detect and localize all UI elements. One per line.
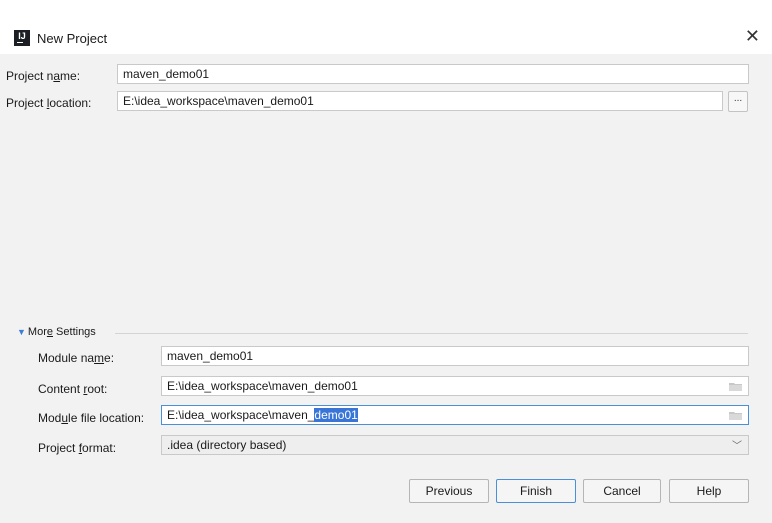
content-root-label: Content root:	[38, 382, 108, 396]
project-format-select[interactable]: .idea (directory based) ﹀	[161, 435, 749, 455]
help-button[interactable]: Help	[669, 479, 749, 503]
module-name-input[interactable]: maven_demo01	[161, 346, 749, 366]
dialog-content: Project name: maven_demo01 Project locat…	[0, 54, 772, 523]
project-location-label: Project location:	[6, 96, 92, 110]
dialog-title: New Project	[37, 31, 108, 46]
project-name-label: Project name:	[6, 69, 81, 83]
intellij-idea-icon: IJ	[14, 30, 30, 46]
title-bar: IJ New Project ✕	[0, 0, 772, 48]
module-file-location-input[interactable]: E:\idea_workspace\maven_demo01	[161, 405, 749, 425]
finish-button[interactable]: Finish	[496, 479, 576, 503]
browse-button[interactable]: ...	[728, 91, 748, 112]
project-format-value: .idea (directory based)	[167, 438, 287, 452]
project-name-input[interactable]: maven_demo01	[117, 64, 749, 84]
previous-button[interactable]: Previous	[409, 479, 489, 503]
content-root-input[interactable]: E:\idea_workspace\maven_demo01	[161, 376, 749, 396]
selected-text: demo01	[314, 408, 358, 422]
more-settings-toggle[interactable]: ▼ More Settings	[17, 326, 96, 338]
module-file-location-label: Module file location:	[38, 411, 145, 425]
cancel-button[interactable]: Cancel	[583, 479, 661, 503]
section-divider	[115, 333, 748, 334]
module-file-location-value: E:\idea_workspace\maven_	[167, 408, 315, 422]
project-location-input[interactable]: E:\idea_workspace\maven_demo01	[117, 91, 723, 111]
triangle-down-icon: ▼	[17, 327, 26, 337]
chevron-down-icon: ﹀	[732, 441, 742, 452]
folder-icon[interactable]	[729, 382, 742, 391]
content-root-value: E:\idea_workspace\maven_demo01	[167, 379, 358, 393]
module-name-label: Module name:	[38, 351, 115, 365]
new-project-dialog: IJ New Project ✕ Project name: maven_dem…	[0, 0, 772, 523]
close-icon[interactable]: ✕	[745, 26, 760, 47]
folder-icon[interactable]	[729, 411, 742, 420]
project-format-label: Project format:	[38, 441, 117, 455]
